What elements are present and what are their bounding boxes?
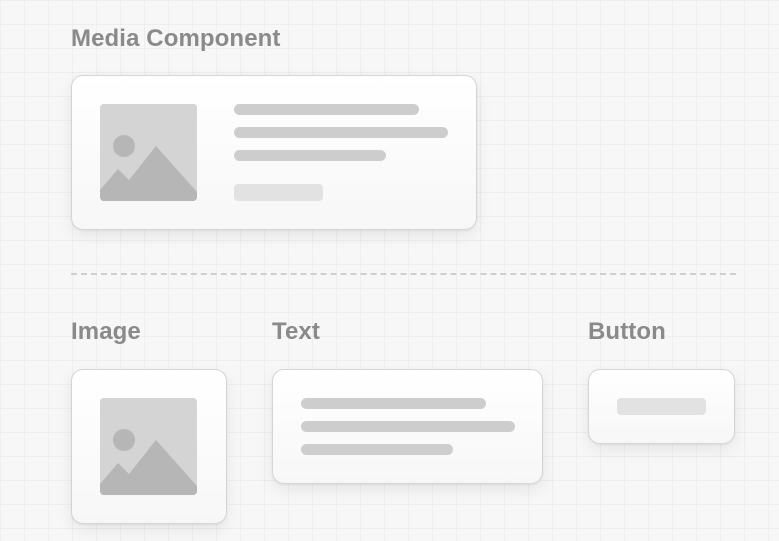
text-component-card xyxy=(272,369,543,484)
media-component-card xyxy=(71,75,477,230)
button-placeholder xyxy=(234,184,323,201)
dashed-divider xyxy=(71,273,736,275)
text-line-placeholder xyxy=(234,127,448,138)
text-line-placeholder xyxy=(234,104,419,115)
text-line-placeholder xyxy=(301,421,515,432)
image-heading: Image xyxy=(71,318,141,345)
image-placeholder-icon xyxy=(100,104,197,201)
text-line-placeholder xyxy=(301,398,486,409)
image-placeholder-icon xyxy=(100,398,197,495)
image-component-card xyxy=(71,369,227,524)
text-line-placeholder xyxy=(301,444,453,455)
text-heading: Text xyxy=(272,318,320,345)
button-placeholder xyxy=(617,398,706,415)
text-line-placeholder xyxy=(234,150,386,161)
media-component-heading: Media Component xyxy=(71,25,281,52)
button-heading: Button xyxy=(588,318,666,345)
button-component-card xyxy=(588,369,735,444)
